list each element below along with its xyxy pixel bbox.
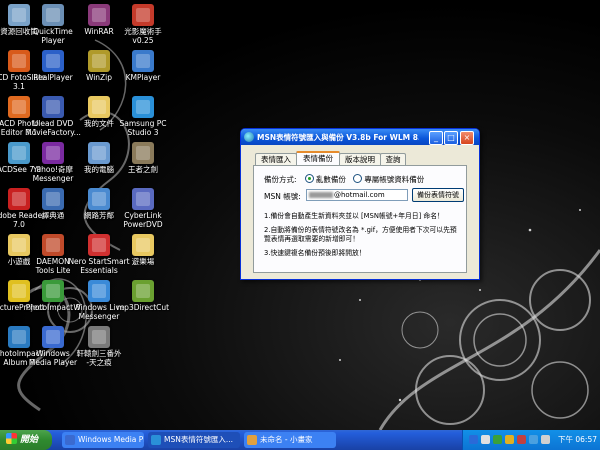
desktop-icon[interactable]: 遊樂場: [112, 234, 174, 266]
msn-account-input[interactable]: @hotmail.com: [306, 189, 408, 201]
paint-icon: [247, 435, 257, 445]
winzip-icon: [88, 50, 110, 72]
keyboard-icon[interactable]: [481, 435, 490, 444]
daemon-tools-icon: [42, 234, 64, 256]
desktop-icon[interactable]: 王者之劍: [112, 142, 174, 174]
desktop-icon[interactable]: KMPlayer: [112, 50, 174, 82]
note-3: 3.快速鍵複名備份預後即將開放！: [264, 249, 366, 257]
messenger-tray-icon[interactable]: [529, 435, 538, 444]
minimize-button[interactable]: _: [429, 131, 443, 145]
start-button[interactable]: 開始: [0, 430, 52, 450]
task-paint[interactable]: 未命名 - 小畫家: [244, 432, 336, 448]
powerdvd-icon: [132, 188, 154, 210]
live-messenger-icon: [88, 280, 110, 302]
radio-account-backup[interactable]: 專屬帳號資料備份: [353, 174, 424, 184]
maximize-button[interactable]: □: [444, 131, 458, 145]
clock: 下午 06:57: [558, 435, 597, 444]
volume-icon[interactable]: [541, 435, 550, 444]
desktop-icon-label: CyberLink PowerDVD: [123, 211, 163, 229]
mp3directcut-icon: [132, 280, 154, 302]
task-media-player[interactable]: Windows Media Player: [62, 432, 144, 448]
note-2: 2.自動將備份的表情符號改名為 *.gif，方便使用者下次可以先預覽表情再選取需…: [264, 226, 457, 243]
nero-icon: [88, 234, 110, 256]
antivirus-icon[interactable]: [517, 435, 526, 444]
media-player-icon: [65, 435, 75, 445]
radio-selected-icon: [304, 174, 314, 183]
photoimpact-icon: [42, 280, 64, 302]
kmplayer-icon: [132, 50, 154, 72]
desktop-icon-label: 王者之劍: [128, 165, 158, 174]
dialog-title: MSN表情符號匯入與備份 V3.8b For WLM 8.1 (郵...: [257, 133, 419, 142]
backup-emoticons-button[interactable]: 備份表情符號: [412, 188, 464, 202]
network-icon[interactable]: [493, 435, 502, 444]
desktop-icon-label: KMPlayer: [125, 73, 161, 82]
desktop-icon-label: mp3DirectCut: [116, 303, 170, 312]
winrar-icon: [88, 4, 110, 26]
ulead-dvd-icon: [42, 96, 64, 118]
tab-emoticon-import[interactable]: 表情匯入: [255, 153, 297, 165]
desktop-icon-label: 遊樂場: [131, 257, 155, 266]
tab-query[interactable]: 查詢: [380, 153, 406, 165]
desktop-icon-label: 軒轅劍三番外 -天之痕: [76, 349, 122, 367]
dialog-titlebar[interactable]: MSN表情符號匯入與備份 V3.8b For WLM 8.1 (郵... _ □…: [241, 129, 479, 145]
system-tray: 下午 06:57: [462, 430, 600, 450]
desktop-icon-label: Samsung PC Studio 3: [119, 119, 167, 137]
backup-panel: 備份方式: 亂數備份 專屬帳號資料備份 MSN 帳號: @hotmail.com…: [253, 165, 467, 273]
folder-icon: [132, 234, 154, 256]
desktop-icon[interactable]: 軒轅劍三番外 -天之痕: [68, 326, 130, 367]
radio-random-backup[interactable]: 亂數備份: [304, 174, 346, 184]
msn-account-label: MSN 帳號:: [264, 192, 301, 201]
desktop-icon[interactable]: 光影魔術手 v0.25: [112, 4, 174, 45]
samsung-pc-studio-icon: [132, 96, 154, 118]
windows-logo-icon: [6, 433, 17, 444]
quicktime-icon: [42, 4, 64, 26]
yahoo-messenger-icon: [42, 142, 64, 164]
game-icon: [132, 142, 154, 164]
tab-version-info[interactable]: 版本說明: [339, 153, 381, 165]
desktop-icon[interactable]: Samsung PC Studio 3: [112, 96, 174, 137]
my-documents-icon: [88, 96, 110, 118]
my-computer-icon: [88, 142, 110, 164]
desktop-icon[interactable]: CyberLink PowerDVD: [112, 188, 174, 229]
language-icon[interactable]: [469, 435, 478, 444]
msn-app-icon: [244, 132, 254, 142]
radio-empty-icon: [353, 174, 363, 183]
close-button[interactable]: ×: [460, 131, 474, 145]
msn-app-icon: [151, 435, 161, 445]
note-1: 1.備份會自動產生新資料夾並以 [MSN帳號+年月日] 命名！: [264, 212, 444, 220]
network-places-icon: [88, 188, 110, 210]
msn-emoticon-dialog: MSN表情符號匯入與備份 V3.8b For WLM 8.1 (郵... _ □…: [240, 128, 480, 280]
backup-mode-label: 備份方式:: [264, 175, 297, 184]
dictionary-icon: [42, 188, 64, 210]
desktop-icon[interactable]: mp3DirectCut: [112, 280, 174, 312]
security-icon[interactable]: [505, 435, 514, 444]
taskbar: 開始 Windows Media Player MSN表情符號匯入... 未命名…: [0, 430, 600, 450]
photo-editor-icon: [132, 4, 154, 26]
task-msn-emoticon[interactable]: MSN表情符號匯入...: [148, 432, 240, 448]
realplayer-icon: [42, 50, 64, 72]
game-icon: [88, 326, 110, 348]
media-player-icon: [42, 326, 64, 348]
desktop-icon-label: 光影魔術手 v0.25: [124, 27, 162, 45]
